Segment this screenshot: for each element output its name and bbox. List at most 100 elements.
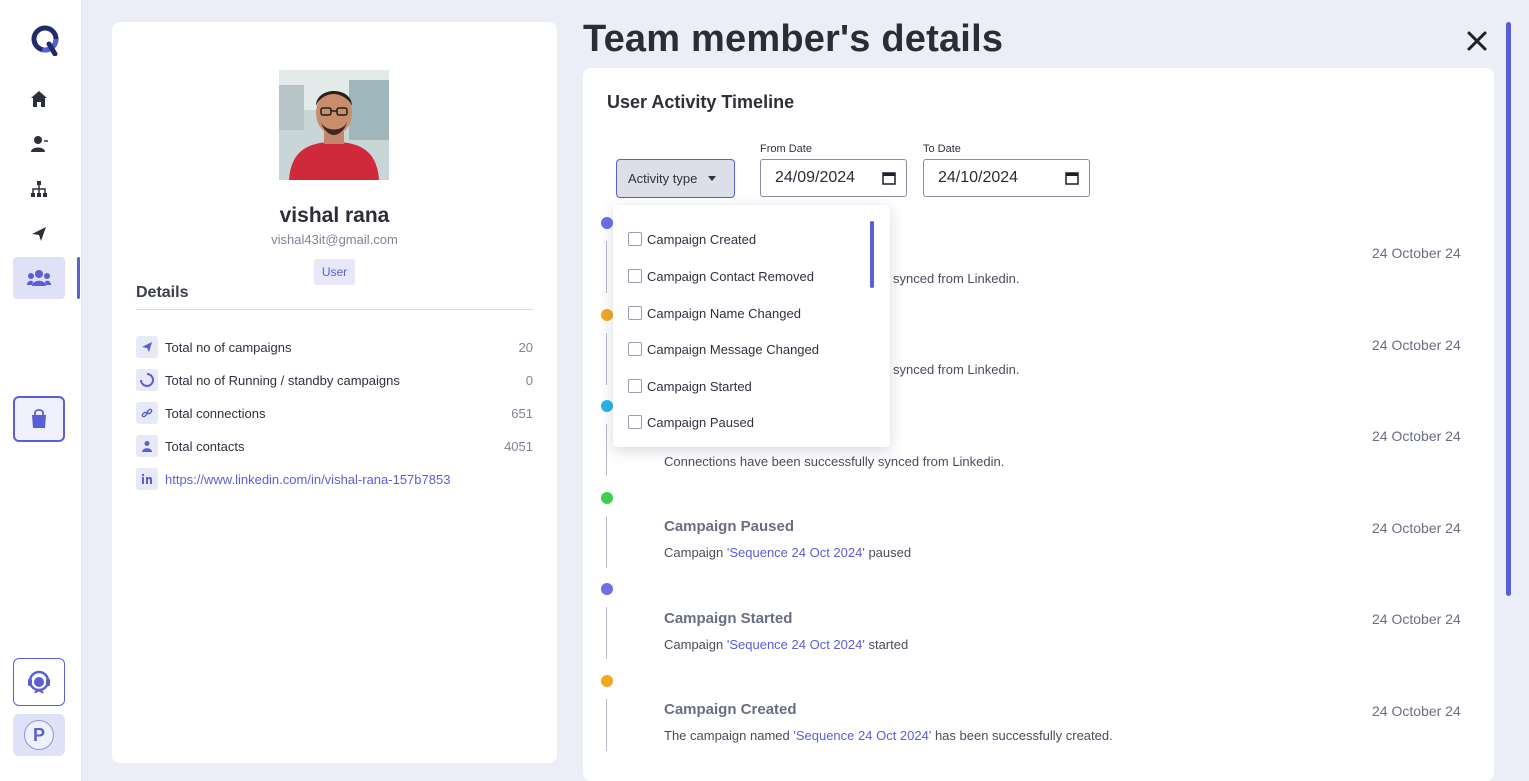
close-icon[interactable]: [1464, 28, 1490, 54]
divider: [136, 309, 533, 310]
event-description: synced from Linkedin.: [893, 271, 1020, 286]
timeline-line: [606, 516, 607, 568]
users-icon[interactable]: [27, 267, 51, 289]
shopping-bag-icon: [32, 409, 46, 428]
linkedin-icon: [136, 468, 158, 490]
timeline-dot: [601, 309, 613, 321]
avatar: [279, 70, 389, 180]
checkbox[interactable]: [628, 232, 642, 246]
event-date: 24 October 24: [1372, 611, 1461, 627]
timeline-dot: [601, 400, 613, 412]
home-icon[interactable]: [28, 88, 50, 110]
to-date-label: To Date: [923, 143, 961, 155]
plane-icon[interactable]: [28, 223, 50, 245]
profile-name: vishal rana: [279, 204, 390, 227]
desc-suffix: has been successfully created.: [931, 728, 1113, 743]
timeline-title: User Activity Timeline: [607, 92, 795, 112]
sitemap-icon[interactable]: [28, 178, 50, 200]
page-title: Team member's details: [583, 18, 1004, 60]
checkbox[interactable]: [628, 306, 642, 320]
calendar-icon[interactable]: [882, 171, 896, 185]
user-icon: [136, 435, 158, 457]
checkbox[interactable]: [628, 269, 642, 283]
from-date-label: From Date: [760, 143, 812, 155]
checkbox[interactable]: [628, 379, 642, 393]
logo-icon[interactable]: [29, 24, 61, 56]
page-scrollbar[interactable]: [1506, 22, 1511, 596]
stat-value: 0: [525, 372, 533, 388]
caret-down-icon: [708, 176, 717, 181]
stat-value: 20: [518, 339, 533, 355]
event-description: Campaign 'Sequence 24 Oct 2024' started: [664, 637, 908, 652]
desc-prefix: Campaign: [664, 637, 727, 652]
details-heading: Details: [136, 284, 189, 301]
desc-prefix: Campaign: [664, 545, 727, 560]
stat-total-connections: Total connections 651: [136, 402, 533, 424]
plane-icon: [136, 336, 158, 358]
stat-label: Total contacts: [165, 438, 245, 454]
profile-avatar: P: [24, 720, 54, 750]
stat-value: 4051: [504, 438, 533, 454]
checkbox[interactable]: [628, 342, 642, 356]
contacts-icon[interactable]: [28, 133, 50, 155]
calendar-icon[interactable]: [1065, 171, 1079, 185]
event-date: 24 October 24: [1372, 428, 1461, 444]
activity-type-label: Activity type: [628, 171, 698, 186]
campaign-link[interactable]: 'Sequence 24 Oct 2024': [727, 545, 865, 560]
timeline-dot: [601, 675, 613, 687]
profile-card: vishal rana vishal43it@gmail.com User De…: [112, 22, 557, 763]
option-campaign-paused[interactable]: Campaign Paused: [628, 413, 754, 431]
stat-value: 651: [511, 405, 533, 421]
event-title: Campaign Paused: [664, 518, 795, 535]
option-label: Campaign Created: [647, 231, 757, 247]
option-label: Campaign Contact Removed: [647, 268, 814, 284]
event-description: Campaign 'Sequence 24 Oct 2024' paused: [664, 545, 911, 560]
role-badge: User: [314, 259, 355, 285]
shopping-bag-button[interactable]: [13, 396, 65, 442]
linkedin-link[interactable]: https://www.linkedin.com/in/vishal-rana-…: [165, 472, 533, 487]
event-description: The campaign named 'Sequence 24 Oct 2024…: [664, 728, 1113, 743]
event-date: 24 October 24: [1372, 245, 1461, 261]
timeline-line: [606, 699, 607, 751]
from-date-value: 24/09/2024: [775, 169, 856, 186]
activity-type-menu: Campaign Created Campaign Contact Remove…: [613, 205, 890, 447]
timeline-line: [606, 241, 607, 293]
dropdown-scrollbar[interactable]: [870, 221, 874, 288]
event-description: Connections have been successfully synce…: [664, 454, 1005, 469]
stat-label: Total connections: [165, 405, 266, 421]
option-campaign-name-changed[interactable]: Campaign Name Changed: [628, 304, 801, 322]
option-label: Campaign Paused: [647, 414, 754, 430]
to-date-input[interactable]: 24/10/2024: [923, 159, 1090, 197]
link-icon: [136, 402, 158, 424]
option-campaign-message-changed[interactable]: Campaign Message Changed: [628, 340, 819, 358]
profile-email: vishal43it@gmail.com: [271, 232, 398, 247]
event-date: 24 October 24: [1372, 337, 1461, 353]
activity-type-dropdown[interactable]: Activity type: [616, 159, 735, 198]
timeline-dot: [601, 217, 613, 229]
option-campaign-started[interactable]: Campaign Started: [628, 377, 752, 395]
support-button[interactable]: [13, 658, 65, 706]
event-title: Campaign Created: [664, 701, 797, 718]
timeline-line: [606, 424, 607, 476]
nav-active-indicator: [77, 257, 80, 299]
option-campaign-contact-removed[interactable]: Campaign Contact Removed: [628, 267, 814, 285]
timeline-dot: [601, 492, 613, 504]
option-campaign-created[interactable]: Campaign Created: [628, 230, 756, 248]
checkbox[interactable]: [628, 415, 642, 429]
campaign-link[interactable]: 'Sequence 24 Oct 2024': [793, 728, 931, 743]
from-date-input[interactable]: 24/09/2024: [760, 159, 907, 197]
option-label: Campaign Name Changed: [647, 305, 801, 321]
timeline-line: [606, 607, 607, 659]
sidebar-nav: P: [0, 0, 82, 781]
option-label: Campaign Started: [647, 378, 752, 394]
to-date-value: 24/10/2024: [938, 169, 1019, 186]
linkedin-row: https://www.linkedin.com/in/vishal-rana-…: [136, 468, 533, 490]
campaign-link[interactable]: 'Sequence 24 Oct 2024': [727, 637, 865, 652]
option-label: Campaign Message Changed: [647, 341, 819, 357]
event-title: Campaign Started: [664, 610, 793, 627]
stat-label: Total no of campaigns: [165, 339, 292, 355]
desc-prefix: The campaign named: [664, 728, 794, 743]
event-description: synced from Linkedin.: [893, 362, 1020, 377]
timeline-line: [606, 333, 607, 385]
profile-button[interactable]: P: [13, 714, 65, 756]
